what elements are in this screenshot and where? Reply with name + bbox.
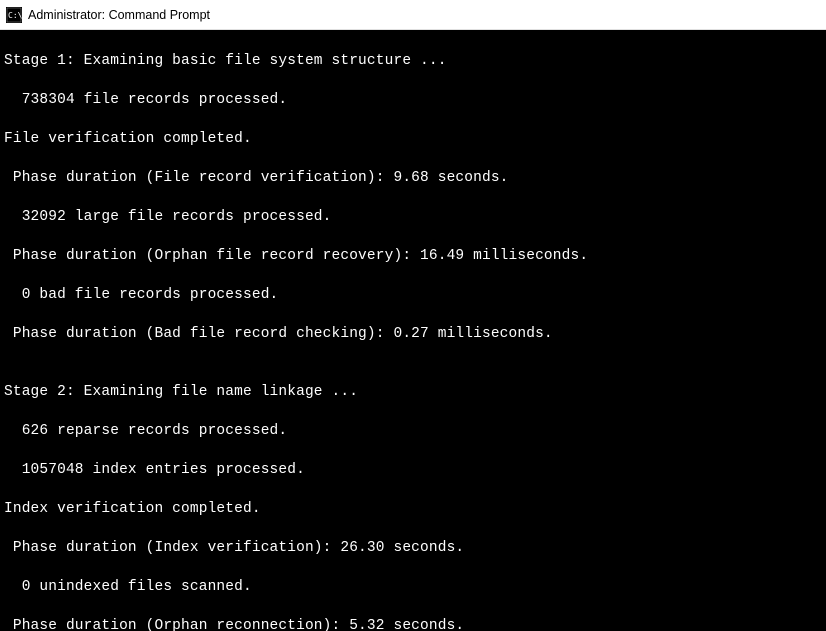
- terminal-line: 0 bad file records processed.: [4, 286, 822, 306]
- terminal-line: Phase duration (Orphan file record recov…: [4, 247, 822, 267]
- window-title: Administrator: Command Prompt: [28, 8, 210, 22]
- svg-text:C:\: C:\: [8, 11, 22, 20]
- window-titlebar[interactable]: C:\ Administrator: Command Prompt: [0, 0, 826, 30]
- cmd-icon: C:\: [6, 7, 22, 23]
- terminal-line: 32092 large file records processed.: [4, 208, 822, 228]
- terminal-line: Index verification completed.: [4, 500, 822, 520]
- terminal-line: Phase duration (Orphan reconnection): 5.…: [4, 617, 822, 631]
- terminal-line: 0 unindexed files scanned.: [4, 578, 822, 598]
- terminal-line: 738304 file records processed.: [4, 91, 822, 111]
- terminal-line: Stage 1: Examining basic file system str…: [4, 52, 822, 72]
- terminal-line: 626 reparse records processed.: [4, 422, 822, 442]
- terminal-line: Stage 2: Examining file name linkage ...: [4, 383, 822, 403]
- terminal-line: Phase duration (Bad file record checking…: [4, 325, 822, 345]
- terminal-line: Phase duration (Index verification): 26.…: [4, 539, 822, 559]
- terminal-line: Phase duration (File record verification…: [4, 169, 822, 189]
- terminal-output[interactable]: Stage 1: Examining basic file system str…: [0, 30, 826, 631]
- terminal-line: 1057048 index entries processed.: [4, 461, 822, 481]
- terminal-line: File verification completed.: [4, 130, 822, 150]
